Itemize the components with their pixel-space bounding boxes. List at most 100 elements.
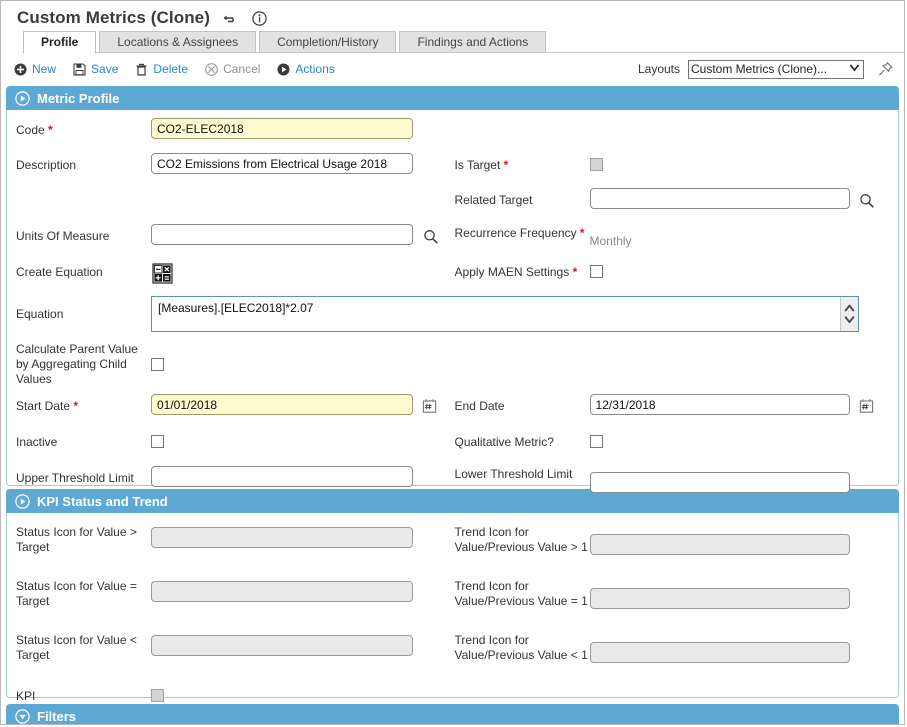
toolbar: New Save Delete Cancel Actions Layouts C… bbox=[1, 56, 904, 82]
recurrence-frequency-value: Monthly bbox=[589, 234, 632, 248]
metric-profile-title: Metric Profile bbox=[37, 90, 120, 106]
cell-code: Code * bbox=[7, 118, 455, 139]
kpi-status-trend-panel: KPI Status and Trend Status Icon for Val… bbox=[6, 489, 899, 703]
row-status-eq: Status Icon for Value = Target Trend Ico… bbox=[7, 577, 898, 609]
cell-apply-maen: Apply MAEN Settings * bbox=[455, 260, 898, 279]
cell-equation: Equation [Measures].[ELEC2018]*2.07 bbox=[7, 296, 859, 332]
upper-threshold-label: Upper Threshold Limit bbox=[16, 471, 134, 485]
new-button-label: New bbox=[32, 62, 57, 76]
page-title: Custom Metrics (Clone) bbox=[17, 8, 210, 27]
upper-threshold-input[interactable] bbox=[151, 466, 413, 487]
row-units-recurrence: Units Of Measure Recurrence Frequency * … bbox=[7, 224, 898, 252]
cell-status-eq: Status Icon for Value = Target bbox=[7, 577, 455, 609]
trend-icon-gt-label: Trend Icon for Value/Previous Value > 1 bbox=[454, 525, 588, 554]
status-icon-eq-input[interactable] bbox=[151, 581, 413, 602]
row-dates: Start Date * End Date bbox=[7, 394, 898, 422]
lower-threshold-input[interactable] bbox=[589, 472, 850, 493]
trash-icon bbox=[134, 62, 148, 76]
save-button[interactable]: Save bbox=[72, 62, 118, 76]
status-icon-eq-label: Status Icon for Value = Target bbox=[16, 579, 137, 608]
row-thresholds: Upper Threshold Limit Lower Threshold Li… bbox=[7, 466, 898, 494]
is-target-label: Is Target * bbox=[454, 158, 509, 172]
lower-threshold-label: Lower Threshold Limit bbox=[454, 467, 573, 481]
required-marker: * bbox=[73, 399, 79, 413]
cell-end-date: End Date bbox=[455, 394, 898, 415]
status-icon-gt-label: Status Icon for Value > Target bbox=[16, 525, 137, 554]
trend-icon-eq-input[interactable] bbox=[589, 588, 850, 609]
trend-icon-lt-label: Trend Icon for Value/Previous Value < 1 bbox=[454, 633, 588, 662]
delete-button-label: Delete bbox=[153, 62, 189, 76]
pushpin-icon[interactable] bbox=[876, 60, 894, 78]
delete-button[interactable]: Delete bbox=[134, 62, 188, 76]
row-create-equation: Create Equation Apply MAEN Settings * bbox=[7, 260, 898, 288]
tab-completion-history[interactable]: Completion/History bbox=[259, 31, 397, 52]
layouts-select[interactable]: Custom Metrics (Clone)... bbox=[688, 59, 864, 79]
search-icon[interactable] bbox=[859, 192, 876, 209]
cancel-button[interactable]: Cancel bbox=[204, 62, 260, 76]
chevron-down-icon bbox=[848, 62, 861, 76]
row-description: Description Is Target * bbox=[7, 153, 898, 181]
actions-button[interactable]: Actions bbox=[276, 62, 335, 76]
calendar-icon[interactable] bbox=[422, 398, 437, 413]
trend-icon-lt-input[interactable] bbox=[589, 642, 850, 663]
units-of-measure-input[interactable] bbox=[151, 224, 413, 245]
description-label: Description bbox=[16, 158, 77, 172]
start-date-input[interactable] bbox=[151, 394, 413, 415]
plus-circle-icon bbox=[13, 62, 27, 76]
tab-profile[interactable]: Profile bbox=[23, 31, 97, 53]
play-circle-icon bbox=[276, 62, 290, 76]
code-input[interactable] bbox=[151, 118, 413, 139]
cell-related-target: Related Target bbox=[455, 188, 898, 209]
kpi-checkbox[interactable] bbox=[151, 689, 164, 702]
cell-recurrence: Recurrence Frequency * Monthly bbox=[455, 224, 898, 248]
trend-icon-eq-label: Trend Icon for Value/Previous Value = 1 bbox=[454, 579, 588, 608]
required-marker: * bbox=[48, 123, 53, 137]
cell-create-equation: Create Equation bbox=[7, 260, 455, 284]
status-icon-gt-input[interactable] bbox=[151, 527, 413, 548]
end-date-label: End Date bbox=[454, 399, 505, 413]
row-equation: Equation [Measures].[ELEC2018]*2.07 bbox=[7, 296, 898, 332]
apply-maen-settings-checkbox[interactable] bbox=[589, 265, 603, 278]
cell-lower-threshold: Lower Threshold Limit bbox=[455, 466, 898, 493]
actions-button-label: Actions bbox=[295, 62, 335, 76]
tab-findings-and-actions[interactable]: Findings and Actions bbox=[399, 31, 547, 52]
related-target-input[interactable] bbox=[589, 188, 850, 209]
required-marker: * bbox=[503, 158, 509, 172]
cell-kpi: KPI bbox=[7, 684, 455, 703]
is-target-checkbox[interactable] bbox=[589, 158, 603, 171]
cell-trend-lt: Trend Icon for Value/Previous Value < 1 bbox=[455, 631, 898, 663]
cancel-button-label: Cancel bbox=[223, 62, 261, 76]
required-marker: * bbox=[579, 226, 585, 240]
code-label: Code * bbox=[16, 123, 53, 137]
required-marker: * bbox=[572, 265, 578, 279]
calculate-parent-checkbox[interactable] bbox=[151, 358, 164, 371]
tab-locations-assignees[interactable]: Locations & Assignees bbox=[99, 31, 257, 52]
equation-spinner[interactable] bbox=[840, 297, 858, 331]
trend-icon-gt-input[interactable] bbox=[589, 534, 850, 555]
undo-icon[interactable] bbox=[221, 9, 239, 27]
equation-value[interactable]: [Measures].[ELEC2018]*2.07 bbox=[152, 297, 840, 331]
end-date-input[interactable] bbox=[589, 394, 850, 415]
expand-collapse-right-icon bbox=[15, 90, 30, 106]
kpi-status-trend-body: Status Icon for Value > Target Trend Ico… bbox=[6, 513, 899, 703]
row-calculate-parent: Calculate Parent Value by Aggregating Ch… bbox=[7, 341, 898, 387]
cell-description: Description bbox=[7, 153, 455, 174]
floppy-disk-icon bbox=[72, 62, 86, 76]
inactive-checkbox[interactable] bbox=[151, 435, 164, 448]
cell-status-lt: Status Icon for Value < Target bbox=[7, 631, 455, 663]
info-icon[interactable] bbox=[250, 9, 268, 27]
qualitative-metric-checkbox[interactable] bbox=[589, 435, 603, 448]
calendar-icon[interactable] bbox=[859, 398, 874, 413]
status-icon-lt-input[interactable] bbox=[151, 635, 413, 656]
row-related-target: Related Target bbox=[7, 188, 898, 216]
cell-is-target: Is Target * bbox=[455, 153, 898, 172]
recurrence-frequency-label: Recurrence Frequency * bbox=[454, 226, 585, 240]
new-button[interactable]: New bbox=[13, 62, 56, 76]
start-date-label: Start Date * bbox=[16, 399, 79, 413]
calculator-icon[interactable] bbox=[151, 262, 173, 284]
metric-profile-header[interactable]: Metric Profile bbox=[6, 86, 899, 110]
description-input[interactable] bbox=[151, 153, 413, 174]
equation-textarea[interactable]: [Measures].[ELEC2018]*2.07 bbox=[151, 296, 859, 332]
search-icon[interactable] bbox=[422, 228, 439, 245]
cell-calculate-parent: Calculate Parent Value by Aggregating Ch… bbox=[7, 341, 455, 387]
